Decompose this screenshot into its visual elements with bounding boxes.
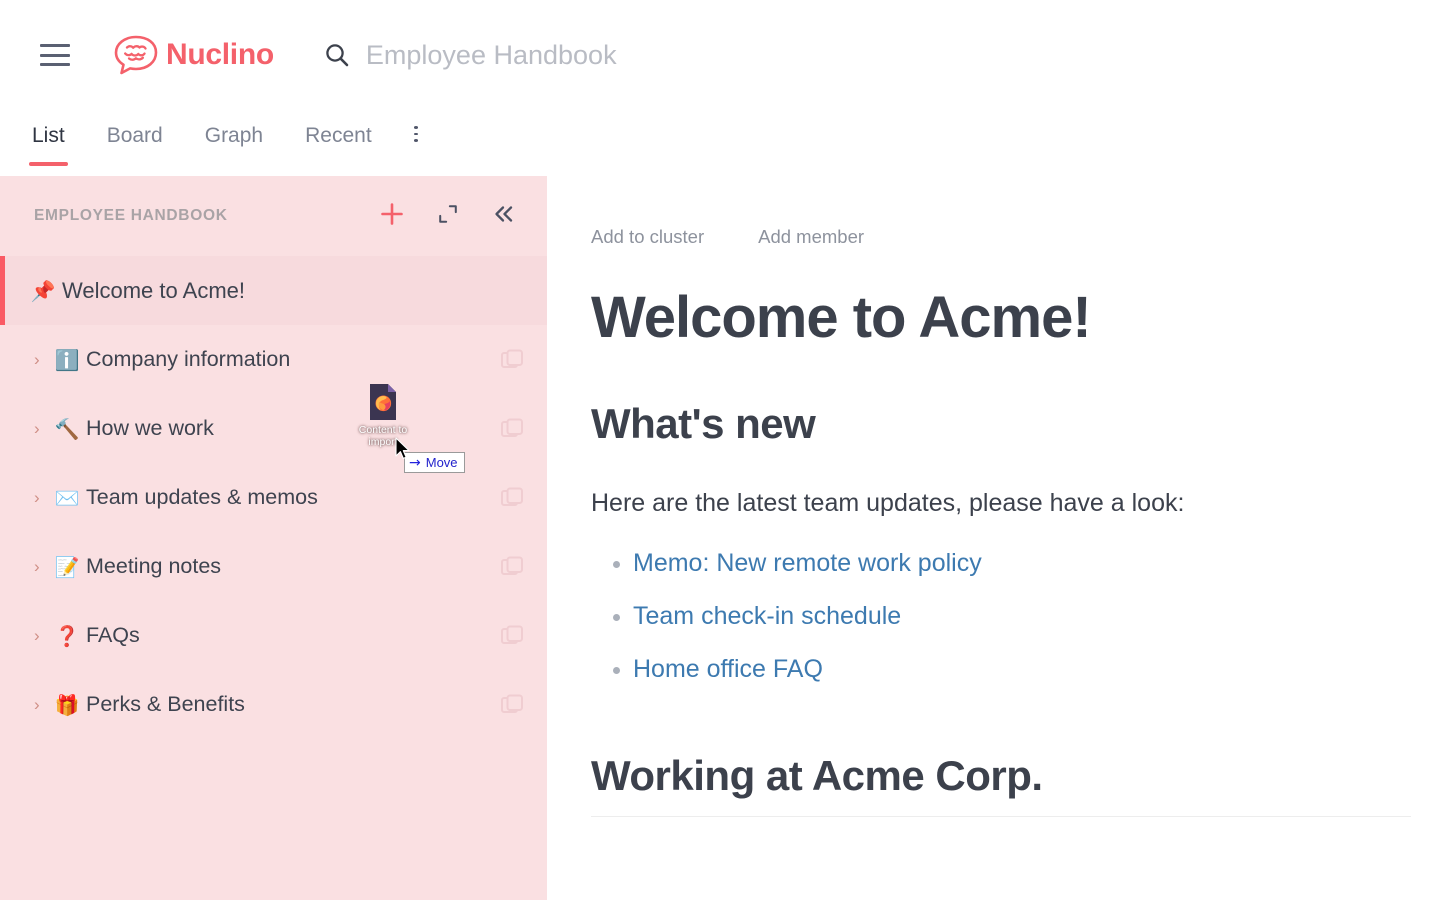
- kebab-dot: [413, 132, 418, 136]
- add-item-button[interactable]: [375, 199, 409, 233]
- chevron-right-icon[interactable]: ›: [34, 696, 48, 713]
- pushpin-icon: 📌: [30, 278, 56, 303]
- sidebar-item-meeting-notes[interactable]: › 📝 Meeting notes: [0, 532, 547, 601]
- sidebar-item-label: Team updates & memos: [86, 485, 318, 509]
- list-item[interactable]: Memo: New remote work policy: [591, 548, 1440, 579]
- sidebar-item-team-updates-memos[interactable]: › ✉️ Team updates & memos: [0, 463, 547, 532]
- sidebar-title: EMPLOYEE HANDBOOK: [34, 207, 228, 224]
- duplicate-squares-icon[interactable]: [499, 623, 525, 649]
- sidebar-item-how-we-work[interactable]: › 🔨 How we work: [0, 394, 547, 463]
- view-tab-bar: List Board Graph Recent: [0, 110, 1440, 176]
- hamburger-menu-icon[interactable]: [40, 44, 70, 66]
- chevron-right-icon[interactable]: ›: [34, 627, 48, 644]
- hamburger-line: [40, 53, 70, 57]
- search-icon: [324, 42, 350, 68]
- chevron-right-icon[interactable]: ›: [34, 489, 48, 506]
- section-divider: [591, 815, 1411, 817]
- duplicate-squares-icon[interactable]: [499, 416, 525, 442]
- sidebar-item-label: Company information: [86, 347, 291, 371]
- document-meta-actions: Add to cluster Add member: [591, 224, 1440, 250]
- brand-name: Nuclino: [166, 38, 274, 71]
- update-links-list: Memo: New remote work policy Team check-…: [591, 548, 1440, 686]
- sidebar-item-label: Perks & Benefits: [86, 692, 245, 716]
- sidebar-item-label: Welcome to Acme!: [62, 277, 245, 303]
- hamburger-line: [40, 44, 70, 47]
- tab-list[interactable]: List: [29, 110, 68, 166]
- sidebar: EMPLOYEE HANDBOOK 📌 Welcome to Acme! › ℹ…: [0, 176, 547, 900]
- envelope-icon: ✉️: [54, 485, 80, 510]
- kebab-menu-icon[interactable]: [413, 110, 418, 162]
- info-icon: ℹ️: [54, 347, 80, 372]
- chevron-right-icon[interactable]: ›: [34, 558, 48, 575]
- sidebar-item-perks-benefits[interactable]: › 🎁 Perks & Benefits: [0, 670, 547, 739]
- document-content-pane: Add to cluster Add member Welcome to Acm…: [547, 176, 1440, 900]
- sidebar-header: EMPLOYEE HANDBOOK: [0, 176, 547, 256]
- brand-logo[interactable]: Nuclino: [112, 34, 274, 76]
- add-member-button[interactable]: Add member: [758, 226, 864, 248]
- duplicate-squares-icon[interactable]: [499, 692, 525, 718]
- question-mark-icon: ❓: [54, 623, 80, 648]
- double-chevron-left-icon: [492, 202, 516, 231]
- kebab-dot: [413, 139, 418, 143]
- sidebar-item-label: Meeting notes: [86, 554, 222, 578]
- tab-graph[interactable]: Graph: [205, 110, 263, 166]
- add-to-cluster-button[interactable]: Add to cluster: [591, 226, 704, 248]
- tab-board[interactable]: Board: [107, 110, 163, 166]
- plus-icon: [379, 201, 405, 232]
- brain-speech-bubble-logo: [112, 34, 160, 76]
- collapse-sidebar-button[interactable]: [487, 199, 521, 233]
- expand-corners-icon: [437, 203, 459, 230]
- document-tree: 📌 Welcome to Acme! › ℹ️ Company informat…: [0, 256, 547, 739]
- hamburger-line: [40, 63, 70, 66]
- top-bar: Nuclino Employee Handbook: [0, 0, 1440, 110]
- sidebar-item-welcome-to-acme[interactable]: 📌 Welcome to Acme!: [0, 256, 547, 325]
- chevron-right-icon[interactable]: ›: [34, 420, 48, 437]
- sidebar-item-label: FAQs: [86, 623, 140, 647]
- list-item[interactable]: Home office FAQ: [591, 654, 1440, 685]
- list-item[interactable]: Team check-in schedule: [591, 601, 1440, 632]
- tab-recent[interactable]: Recent: [305, 110, 372, 166]
- duplicate-squares-icon[interactable]: [499, 554, 525, 580]
- hammer-icon: 🔨: [54, 416, 80, 441]
- search-input[interactable]: Employee Handbook: [324, 40, 1440, 71]
- duplicate-squares-icon[interactable]: [499, 485, 525, 511]
- kebab-dot: [413, 126, 418, 129]
- search-input-value: Employee Handbook: [365, 39, 617, 70]
- sidebar-item-company-information[interactable]: › ℹ️ Company information: [0, 325, 547, 394]
- page-title: Welcome to Acme!: [591, 285, 1092, 350]
- gift-icon: 🎁: [54, 692, 80, 717]
- sidebar-item-faqs[interactable]: › ❓ FAQs: [0, 601, 547, 670]
- heading-working-at-acme: Working at Acme Corp.: [591, 752, 1043, 800]
- nuclino-app-window: Nuclino Employee Handbook List Board Gra…: [0, 0, 1440, 900]
- heading-whats-new: What's new: [591, 399, 816, 447]
- expand-sidebar-button[interactable]: [431, 199, 465, 233]
- intro-paragraph: Here are the latest team updates, please…: [591, 489, 1185, 518]
- duplicate-squares-icon[interactable]: [499, 347, 525, 373]
- chevron-right-icon[interactable]: ›: [34, 351, 48, 368]
- sidebar-item-label: How we work: [86, 416, 214, 440]
- memo-icon: 📝: [54, 554, 80, 579]
